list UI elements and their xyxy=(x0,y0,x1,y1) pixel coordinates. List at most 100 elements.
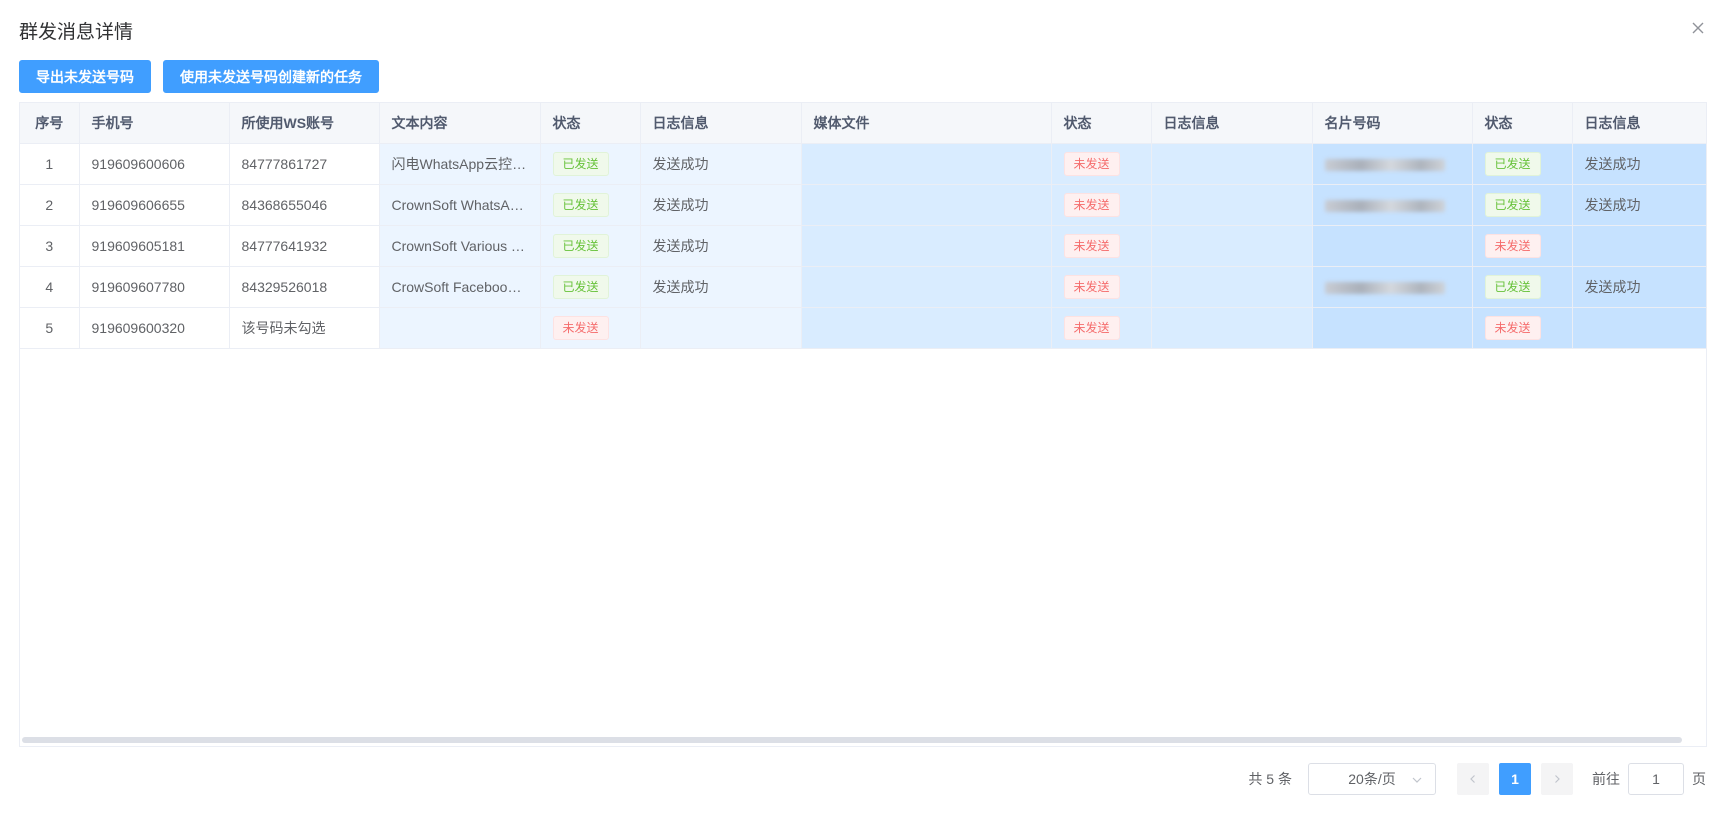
cell-ws-account: 该号码未勾选 xyxy=(229,307,380,349)
status-badge: 已发送 xyxy=(1484,192,1541,217)
cell-media-status: 未发送 xyxy=(1051,184,1152,226)
status-badge: 未发送 xyxy=(1484,233,1541,258)
status-badge: 未发送 xyxy=(1063,192,1120,217)
table-row: 4 919609607780 84329526018 CrowSoft Faceboo… xyxy=(20,266,1706,308)
column-header-index: 序号 xyxy=(20,103,80,144)
page-number-current[interactable]: 1 xyxy=(1499,763,1531,795)
prev-page-button[interactable] xyxy=(1457,763,1489,795)
cell-text-status: 已发送 xyxy=(540,143,641,185)
status-badge: 已发送 xyxy=(552,274,609,299)
cell-phone: 919609607780 xyxy=(79,266,230,308)
column-header-media-status: 状态 xyxy=(1051,103,1152,144)
dialog-header: 群发消息详情 xyxy=(19,14,1706,44)
cell-card-log xyxy=(1572,225,1706,267)
pagination: 共 5 条 20条/页 1 前往 页 xyxy=(1248,763,1706,795)
cell-ws-account: 84368655046 xyxy=(229,184,380,226)
cell-phone: 919609606655 xyxy=(79,184,230,226)
redacted-card-number xyxy=(1324,199,1445,212)
status-badge: 未发送 xyxy=(552,315,609,340)
table-row: 191960960060684777861727闪电WhatsApp云控营销系统… xyxy=(20,143,1706,185)
page-size-select[interactable]: 20条/页 xyxy=(1308,763,1436,795)
status-badge: 未发送 xyxy=(1063,315,1120,340)
table-row: 5 919609600320 该号码未勾选 未发送 未发送 未发送 xyxy=(20,307,1706,349)
status-badge: 未发送 xyxy=(1063,233,1120,258)
page-suffix: 页 xyxy=(1692,771,1706,787)
cell-text-content xyxy=(379,307,541,349)
page-size-value: 20条/页 xyxy=(1348,771,1396,787)
status-badge: 已发送 xyxy=(552,192,609,217)
cell-card-log xyxy=(1572,307,1706,349)
cell-text-content: CrownSoft Various Tools xyxy=(379,225,541,267)
column-header-text-log: 日志信息 xyxy=(640,103,802,144)
cell-card-number xyxy=(1312,184,1473,226)
chevron-right-icon xyxy=(1555,775,1560,783)
chevron-down-icon xyxy=(1412,777,1422,783)
status-badge: 已发送 xyxy=(1484,274,1541,299)
cell-media-log xyxy=(1151,266,1313,308)
table-row: 3 919609605181 84777641932 CrownSoft Variou… xyxy=(20,225,1706,267)
cell-card-status: 已发送 xyxy=(1472,184,1573,226)
cell-media-file xyxy=(801,266,1052,308)
cell-index: 5 xyxy=(20,307,80,349)
next-page-button[interactable] xyxy=(1541,763,1573,795)
detail-table: 序号 手机号 所使用WS账号 文本内容 状态 日志信息 媒体文件 状态 日志信息… xyxy=(19,102,1707,747)
cell-card-number xyxy=(1312,225,1473,267)
column-header-card-status: 状态 xyxy=(1472,103,1573,144)
cell-media-log xyxy=(1151,184,1313,226)
dialog-title: 群发消息详情 xyxy=(19,22,134,43)
horizontal-scrollbar[interactable] xyxy=(22,737,1682,743)
goto-label: 前往 xyxy=(1592,771,1620,787)
cell-text-content: CrownSoft WhatsApp Marketing xyxy=(379,184,541,226)
export-unsent-button[interactable]: 导出未发送号码 xyxy=(19,60,151,93)
cell-index: 2 xyxy=(20,184,80,226)
cell-media-file xyxy=(801,225,1052,267)
cell-text-log: 发送成功 xyxy=(640,225,802,267)
redacted-card-number xyxy=(1324,281,1445,294)
cell-phone: 919609600320 xyxy=(79,307,230,349)
cell-media-status: 未发送 xyxy=(1051,225,1152,267)
column-header-card-log: 日志信息 xyxy=(1572,103,1706,144)
cell-media-status: 未发送 xyxy=(1051,307,1152,349)
cell-text-status: 未发送 xyxy=(540,307,641,349)
status-badge: 已发送 xyxy=(552,151,609,176)
status-badge: 已发送 xyxy=(552,233,609,258)
cell-text-content: 闪电WhatsApp云控营销系统 xyxy=(379,143,541,185)
chevron-left-icon xyxy=(1470,775,1475,783)
cell-ws-account: 84329526018 xyxy=(229,266,380,308)
cell-index: 1 xyxy=(20,143,80,185)
cell-phone: 919609605181 xyxy=(79,225,230,267)
page-jumper: 前往 页 xyxy=(1592,763,1706,795)
cell-card-number xyxy=(1312,307,1473,349)
cell-phone: 919609600606 xyxy=(79,143,230,185)
cell-card-number xyxy=(1312,266,1473,308)
status-badge: 未发送 xyxy=(1484,315,1541,340)
goto-page-input[interactable] xyxy=(1628,763,1684,795)
cell-media-status: 未发送 xyxy=(1051,143,1152,185)
create-task-button[interactable]: 使用未发送号码创建新的任务 xyxy=(163,60,379,93)
cell-card-status: 未发送 xyxy=(1472,307,1573,349)
cell-card-log: 发送成功 xyxy=(1572,184,1706,226)
cell-card-status: 未发送 xyxy=(1472,225,1573,267)
total-count: 共 5 条 xyxy=(1248,771,1292,787)
cell-text-log: 发送成功 xyxy=(640,266,802,308)
column-header-text: 文本内容 xyxy=(379,103,541,144)
close-icon[interactable] xyxy=(1690,20,1706,36)
status-badge: 未发送 xyxy=(1063,274,1120,299)
column-header-media-log: 日志信息 xyxy=(1151,103,1313,144)
cell-index: 4 xyxy=(20,266,80,308)
cell-text-log: 发送成功 xyxy=(640,184,802,226)
table-row: 2 919609606655 84368655046 CrownSoft WhatsA… xyxy=(20,184,1706,226)
table-header-row: 序号 手机号 所使用WS账号 文本内容 状态 日志信息 媒体文件 状态 日志信息… xyxy=(20,103,1706,144)
cell-media-status: 未发送 xyxy=(1051,266,1152,308)
cell-media-log xyxy=(1151,225,1313,267)
cell-card-status: 已发送 xyxy=(1472,143,1573,185)
cell-card-log: 发送成功 xyxy=(1572,266,1706,308)
cell-media-log xyxy=(1151,143,1313,185)
cell-index: 3 xyxy=(20,225,80,267)
cell-card-log: 发送成功 xyxy=(1572,143,1706,185)
cell-media-log xyxy=(1151,307,1313,349)
column-header-phone: 手机号 xyxy=(79,103,230,144)
cell-text-content: CrowSoft Facebook Marketing xyxy=(379,266,541,308)
column-header-media: 媒体文件 xyxy=(801,103,1052,144)
status-badge: 未发送 xyxy=(1063,151,1120,176)
